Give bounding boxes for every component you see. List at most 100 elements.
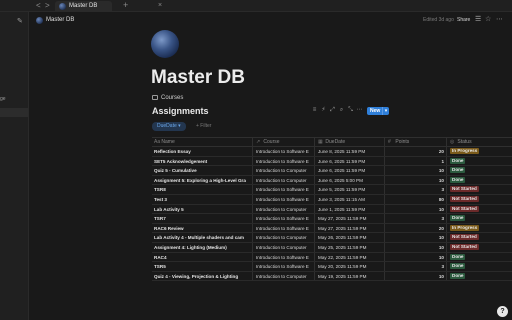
status-cell[interactable]: Not Started [450, 185, 510, 194]
tab-master-db[interactable]: Master DB × [55, 1, 162, 12]
course-relation[interactable]: Introduction to Software E [256, 185, 312, 194]
assignment-name[interactable]: RAC6 Review [154, 224, 248, 233]
assignment-name[interactable]: RAC4 [154, 253, 248, 262]
points-value[interactable]: 10 [384, 166, 444, 175]
help-button[interactable]: ? [497, 306, 508, 317]
table-row[interactable]: Quiz 4 - Viewing, Projection & Lighting I… [152, 271, 512, 282]
course-relation[interactable]: Introduction to Software E [256, 262, 312, 271]
due-date[interactable]: June 1, 2025 11:59 PM [318, 205, 384, 214]
status-cell[interactable]: Done [450, 272, 510, 281]
points-value[interactable]: 10 [384, 233, 444, 242]
points-value[interactable]: 80 [384, 195, 444, 204]
status-cell[interactable]: Not Started [450, 195, 510, 204]
points-value[interactable]: 20 [384, 147, 444, 156]
more-icon[interactable]: ⋯ [355, 106, 364, 115]
status-cell[interactable]: In Progress [450, 147, 510, 156]
comment-icon[interactable]: ☰ [475, 15, 481, 24]
points-value[interactable]: 3 [384, 262, 444, 271]
status-cell[interactable]: In Progress [450, 224, 510, 233]
chevron-down-icon[interactable]: ▾ [382, 107, 389, 115]
points-value[interactable]: 10 [384, 243, 444, 252]
table-row[interactable]: RAC4 Introduction to Software E May 22, 20… [152, 252, 512, 263]
points-value[interactable]: 3 [384, 214, 444, 223]
course-relation[interactable]: Introduction to Computer [256, 233, 312, 242]
column-course[interactable]: ↗ Course [256, 138, 280, 147]
status-cell[interactable]: Done [450, 214, 510, 223]
page-icon-moon[interactable] [151, 30, 179, 58]
assignment-name[interactable]: Assignment 5: Exploring a High-Level Gra [154, 176, 248, 185]
points-value[interactable]: 10 [384, 272, 444, 281]
expand-icon[interactable]: ⤡ [346, 106, 355, 115]
due-date[interactable]: June 6, 2025 11:59 PM [318, 166, 384, 175]
column-name[interactable]: Aa Name [154, 138, 175, 147]
lightning-icon[interactable]: ⚡ [319, 106, 328, 115]
database-title[interactable]: Assignments [152, 106, 209, 117]
sort-icon[interactable]: ⤢ [328, 106, 337, 115]
points-value[interactable]: 1 [384, 157, 444, 166]
duedate-filter-chip[interactable]: DueDate ▾ [152, 122, 186, 131]
course-relation[interactable]: Introduction to Software E [256, 253, 312, 262]
points-value[interactable]: 10 [384, 205, 444, 214]
assignment-name[interactable]: Lab Activity 4 - Multiple shaders and ca… [154, 233, 248, 242]
course-relation[interactable]: Introduction to Software E [256, 147, 312, 156]
table-row[interactable]: Test 3 Introduction to Software E June 3, … [152, 194, 512, 205]
course-relation[interactable]: Introduction to Software E [256, 224, 312, 233]
share-button[interactable]: Share [457, 16, 470, 24]
course-relation[interactable]: Introduction to Computer [256, 243, 312, 252]
due-date[interactable]: May 27, 2025 11:59 PM [318, 224, 384, 233]
table-row[interactable]: Lab Activity 4 - Multiple shaders and ca… [152, 233, 512, 243]
add-filter-button[interactable]: + Filter [196, 122, 211, 131]
breadcrumb[interactable]: Master DB [46, 16, 74, 24]
new-button[interactable]: New ▾ [367, 107, 389, 115]
due-date[interactable]: May 27, 2025 11:59 PM [318, 214, 384, 223]
table-row[interactable]: Quiz 5 - Cumulative Introduction to Compu… [152, 166, 512, 176]
due-date[interactable]: June 3, 2025 11:15 AM [318, 195, 384, 204]
filter-icon[interactable]: ≡ [310, 106, 319, 115]
column-points[interactable]: # Points [388, 138, 409, 147]
course-relation[interactable]: Introduction to Computer [256, 166, 312, 175]
due-date[interactable]: May 22, 2025 11:59 PM [318, 253, 384, 262]
close-icon[interactable]: × [158, 1, 162, 11]
status-cell[interactable]: Done [450, 166, 510, 175]
course-relation[interactable]: Introduction to Software E [256, 195, 312, 204]
assignment-name[interactable]: Quiz 4 - Viewing, Projection & Lighting [154, 272, 248, 281]
assignment-name[interactable]: TSR8 [154, 185, 248, 194]
favorite-icon[interactable]: ☆ [485, 15, 491, 24]
course-relation[interactable]: Introduction to Software E [256, 214, 312, 223]
linked-courses[interactable]: Courses [152, 94, 183, 103]
column-duedate[interactable]: ▦ DueDate [318, 138, 345, 147]
points-value[interactable]: 10 [384, 176, 444, 185]
assignment-name[interactable]: SET5 Acknowledgement [154, 157, 248, 166]
column-status[interactable]: ◎ Status [450, 138, 472, 147]
new-tab-icon[interactable]: + [123, 0, 128, 11]
status-cell[interactable]: Not Started [450, 205, 510, 214]
assignment-name[interactable]: TSR7 [154, 214, 248, 223]
status-cell[interactable]: Done [450, 176, 510, 185]
course-relation[interactable]: Introduction to Computer [256, 205, 312, 214]
sidebar-item-fragment[interactable]: ge [0, 96, 6, 102]
due-date[interactable]: May 25, 2025 11:59 PM [318, 243, 384, 252]
course-relation[interactable]: Introduction to Computer [256, 176, 312, 185]
assignment-name[interactable]: Test 3 [154, 195, 248, 204]
points-value[interactable]: 20 [384, 224, 444, 233]
due-date[interactable]: May 19, 2025 11:59 PM [318, 272, 384, 281]
table-row[interactable]: TSR8 Introduction to Software E June 5, 20… [152, 185, 512, 195]
assignment-name[interactable]: Lab Activity 5 [154, 205, 248, 214]
search-icon[interactable]: ⌕ [337, 106, 346, 115]
assignment-name[interactable]: Reflection Essay [154, 147, 248, 156]
due-date[interactable]: June 6, 2025 11:59 PM [318, 157, 384, 166]
edit-icon[interactable]: ✎ [17, 17, 23, 25]
assignment-name[interactable]: Assignment 4: Lighting (Medium) [154, 243, 248, 252]
course-relation[interactable]: Introduction to Computer [256, 272, 312, 281]
assignment-name[interactable]: Quiz 5 - Cumulative [154, 166, 248, 175]
forward-icon[interactable]: > [45, 1, 50, 11]
due-date[interactable]: June 8, 2025 11:59 PM [318, 147, 384, 156]
points-value[interactable]: 10 [384, 253, 444, 262]
status-cell[interactable]: Not Started [450, 243, 510, 252]
status-cell[interactable]: Not Started [450, 233, 510, 242]
table-row[interactable]: Reflection Essay Introduction to Software… [152, 147, 512, 157]
table-row[interactable]: TSR5 Introduction to Software E May 20, 20… [152, 262, 512, 272]
status-cell[interactable]: Done [450, 262, 510, 271]
status-cell[interactable]: Done [450, 157, 510, 166]
status-cell[interactable]: Done [450, 253, 510, 262]
